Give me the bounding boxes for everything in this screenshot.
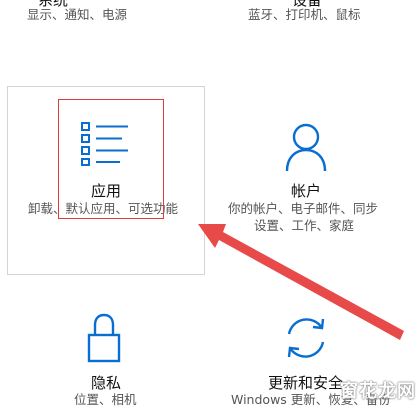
watermark: 窗花龙网 (340, 377, 416, 403)
annotation-arrow (198, 224, 404, 340)
watermark-text: 窗花龙网 (340, 381, 416, 402)
